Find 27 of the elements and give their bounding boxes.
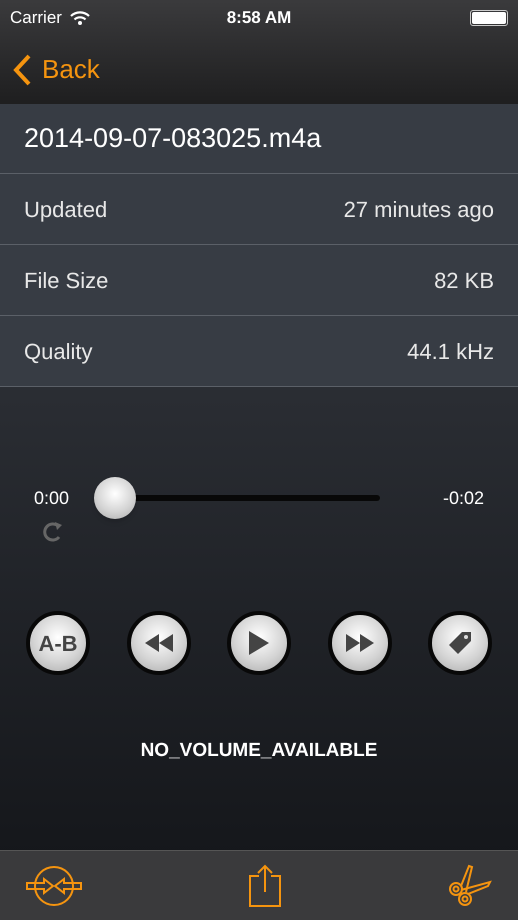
slider-thumb[interactable]: [94, 477, 136, 519]
chevron-left-icon: [12, 54, 32, 86]
elapsed-time: 0:00: [34, 486, 70, 510]
detail-label: Quality: [24, 338, 92, 366]
detail-label: Updated: [24, 196, 108, 224]
detail-value: 27 minutes ago: [344, 196, 494, 224]
volume-message: NO_VOLUME_AVAILABLE: [140, 739, 378, 763]
ab-repeat-button[interactable]: A-B: [26, 611, 90, 675]
redo-icon[interactable]: [42, 521, 64, 543]
battery-icon: [470, 10, 508, 26]
play-icon: [249, 631, 269, 655]
clock: 8:58 AM: [226, 6, 292, 29]
detail-value: 82 KB: [434, 266, 494, 294]
carrier-label: Carrier: [10, 6, 62, 29]
rewind-icon: [144, 634, 172, 652]
detail-value: 44.1 kHz: [407, 338, 494, 366]
tag-icon: [448, 631, 472, 655]
back-button[interactable]: Back: [12, 50, 100, 89]
file-name: 2014-09-07-083025.m4a: [24, 122, 322, 156]
wifi-icon: [70, 10, 90, 24]
detail-label: File Size: [24, 266, 108, 294]
share-icon[interactable]: [248, 864, 282, 908]
seek-slider[interactable]: [94, 477, 380, 519]
scissors-icon[interactable]: [448, 864, 492, 908]
remaining-time: -0:02: [442, 486, 484, 510]
fast-forward-icon: [346, 634, 374, 652]
merge-arrows-icon[interactable]: [26, 864, 82, 906]
